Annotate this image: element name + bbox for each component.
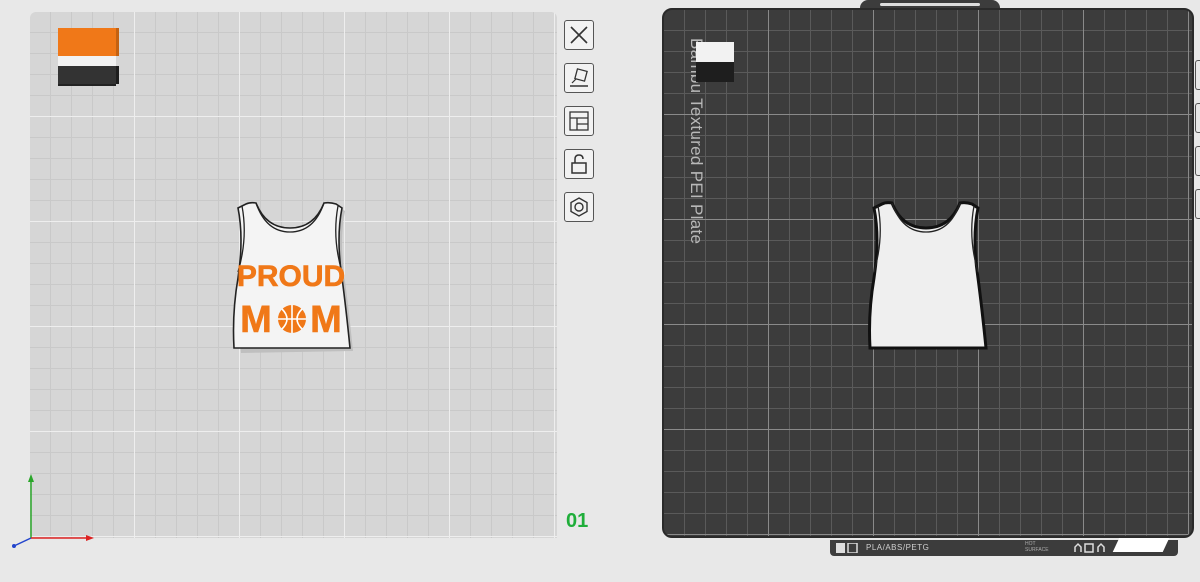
remove-plate-button[interactable] xyxy=(564,20,594,50)
bambu-logo-icon xyxy=(836,543,858,553)
y-axis-arrow xyxy=(28,474,34,482)
arrange-button[interactable] xyxy=(564,106,594,136)
settings-icon xyxy=(570,197,588,217)
plate-2-toolbar-button[interactable] xyxy=(1195,146,1200,176)
plate-info-strip: PLA/ABS/PETG HOT SURFACE xyxy=(830,538,1178,556)
jersey-text-m1: M xyxy=(240,299,272,341)
z-axis xyxy=(13,537,32,547)
axis-gizmo xyxy=(12,474,94,548)
auto-orient-icon xyxy=(570,68,588,87)
filament-swatch-white xyxy=(58,56,116,66)
filament-swatch-white xyxy=(696,42,734,62)
basketball-icon xyxy=(278,305,306,333)
z-axis-end xyxy=(12,544,16,548)
surface-warning-icon xyxy=(1074,542,1105,553)
build-plate-2-container: Bambu Textured PEI Plate PLA/ABS/PETG HO… xyxy=(660,0,1200,582)
plate-2-toolbar-button[interactable] xyxy=(1195,189,1200,219)
plate-settings-button[interactable] xyxy=(564,192,594,222)
auto-orient-button[interactable] xyxy=(564,63,594,93)
x-axis-arrow xyxy=(86,535,94,541)
lock-icon xyxy=(571,154,587,174)
filament-swatch-black xyxy=(58,66,116,84)
filament-compat-label: PLA/ABS/PETG xyxy=(866,543,930,552)
close-icon xyxy=(570,26,588,44)
plate-number[interactable]: 01 xyxy=(566,510,588,533)
jersey-model-proud-mom[interactable]: PROUD M M xyxy=(226,198,356,354)
plate-2-toolbar-button[interactable] xyxy=(1195,60,1200,90)
jersey-text-proud: PROUD xyxy=(237,260,345,293)
filament-swatch-black xyxy=(696,62,734,82)
jersey-model-plain[interactable] xyxy=(862,198,992,354)
filament-swatch-orange xyxy=(58,28,116,56)
plate-2-toolbar-button[interactable] xyxy=(1195,103,1200,133)
plate-2-handle-notch xyxy=(880,3,980,6)
jersey-outline xyxy=(868,201,988,350)
plate-corner-marker xyxy=(1112,538,1170,552)
arrange-icon xyxy=(569,111,589,131)
lock-plate-button[interactable] xyxy=(564,149,594,179)
jersey-text-m2: M xyxy=(310,299,342,341)
hot-surface-label: HOT SURFACE xyxy=(1025,541,1049,553)
